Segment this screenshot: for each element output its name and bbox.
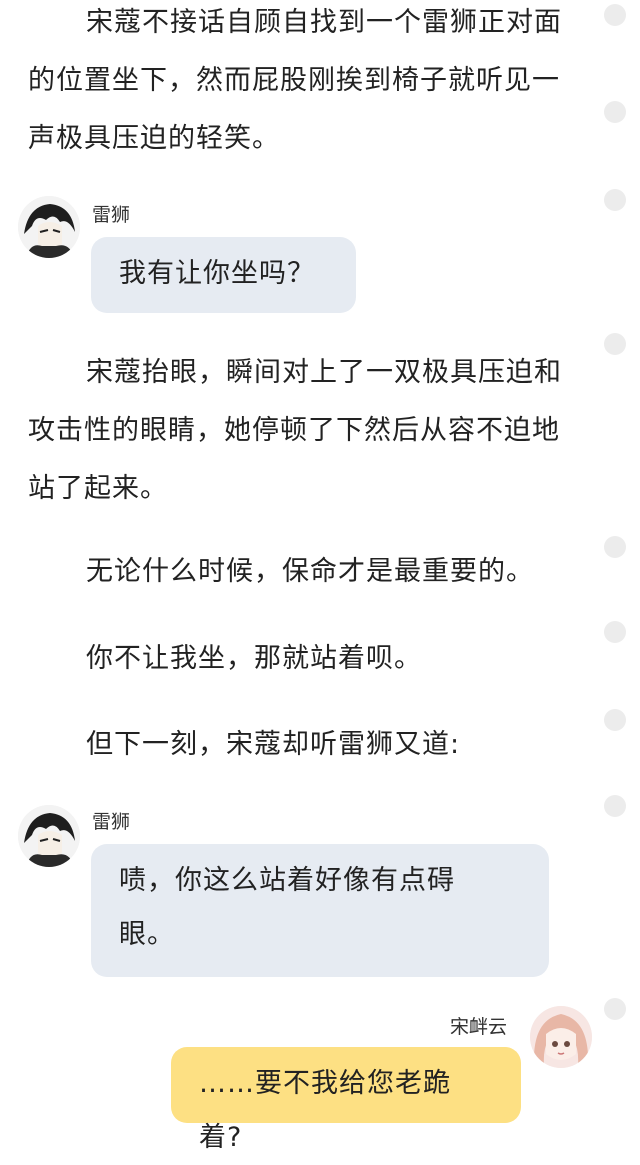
avatar-songxinyun-icon	[530, 1006, 592, 1068]
story-paragraph: 你不让我坐，那就站着呗。	[86, 643, 422, 674]
chat-bubble: 我有让你坐吗？	[91, 237, 356, 313]
avatar[interactable]	[18, 196, 80, 258]
comment-dot[interactable]	[604, 621, 626, 643]
comment-dot[interactable]	[604, 536, 626, 558]
story-paragraph: 但下一刻，宋蔻却听雷狮又道:	[86, 729, 461, 760]
comment-dot[interactable]	[604, 998, 626, 1020]
comment-dot[interactable]	[604, 709, 626, 731]
story-paragraph: 无论什么时候，保命才是最重要的。	[86, 556, 534, 587]
comment-dot[interactable]	[604, 101, 626, 123]
chat-bubble: ……要不我给您老跪着?	[171, 1047, 521, 1153]
comment-dot[interactable]	[604, 189, 626, 211]
sender-name: 雷狮	[92, 811, 131, 833]
comment-dot[interactable]	[604, 795, 626, 817]
comment-dot[interactable]	[604, 4, 626, 26]
avatar-leishi-icon	[18, 196, 80, 258]
sender-name: 雷狮	[92, 204, 131, 226]
avatar[interactable]	[18, 805, 80, 867]
comment-dot[interactable]	[604, 333, 626, 355]
chat-bubble: 啧，你这么站着好像有点碍眼。	[91, 844, 549, 977]
sender-name: 宋衅云	[450, 1016, 508, 1038]
story-paragraph: 宋蔻抬眼，瞬间对上了一双极具压迫和攻击性的眼睛，她停顿了下然后从容不迫地站了起来…	[28, 357, 562, 504]
avatar[interactable]	[530, 1006, 592, 1068]
story-paragraph: 宋蔻不接话自顾自找到一个雷狮正对面的位置坐下，然而屁股刚挨到椅子就听见一声极具压…	[28, 7, 562, 154]
avatar-leishi-icon	[18, 805, 80, 867]
